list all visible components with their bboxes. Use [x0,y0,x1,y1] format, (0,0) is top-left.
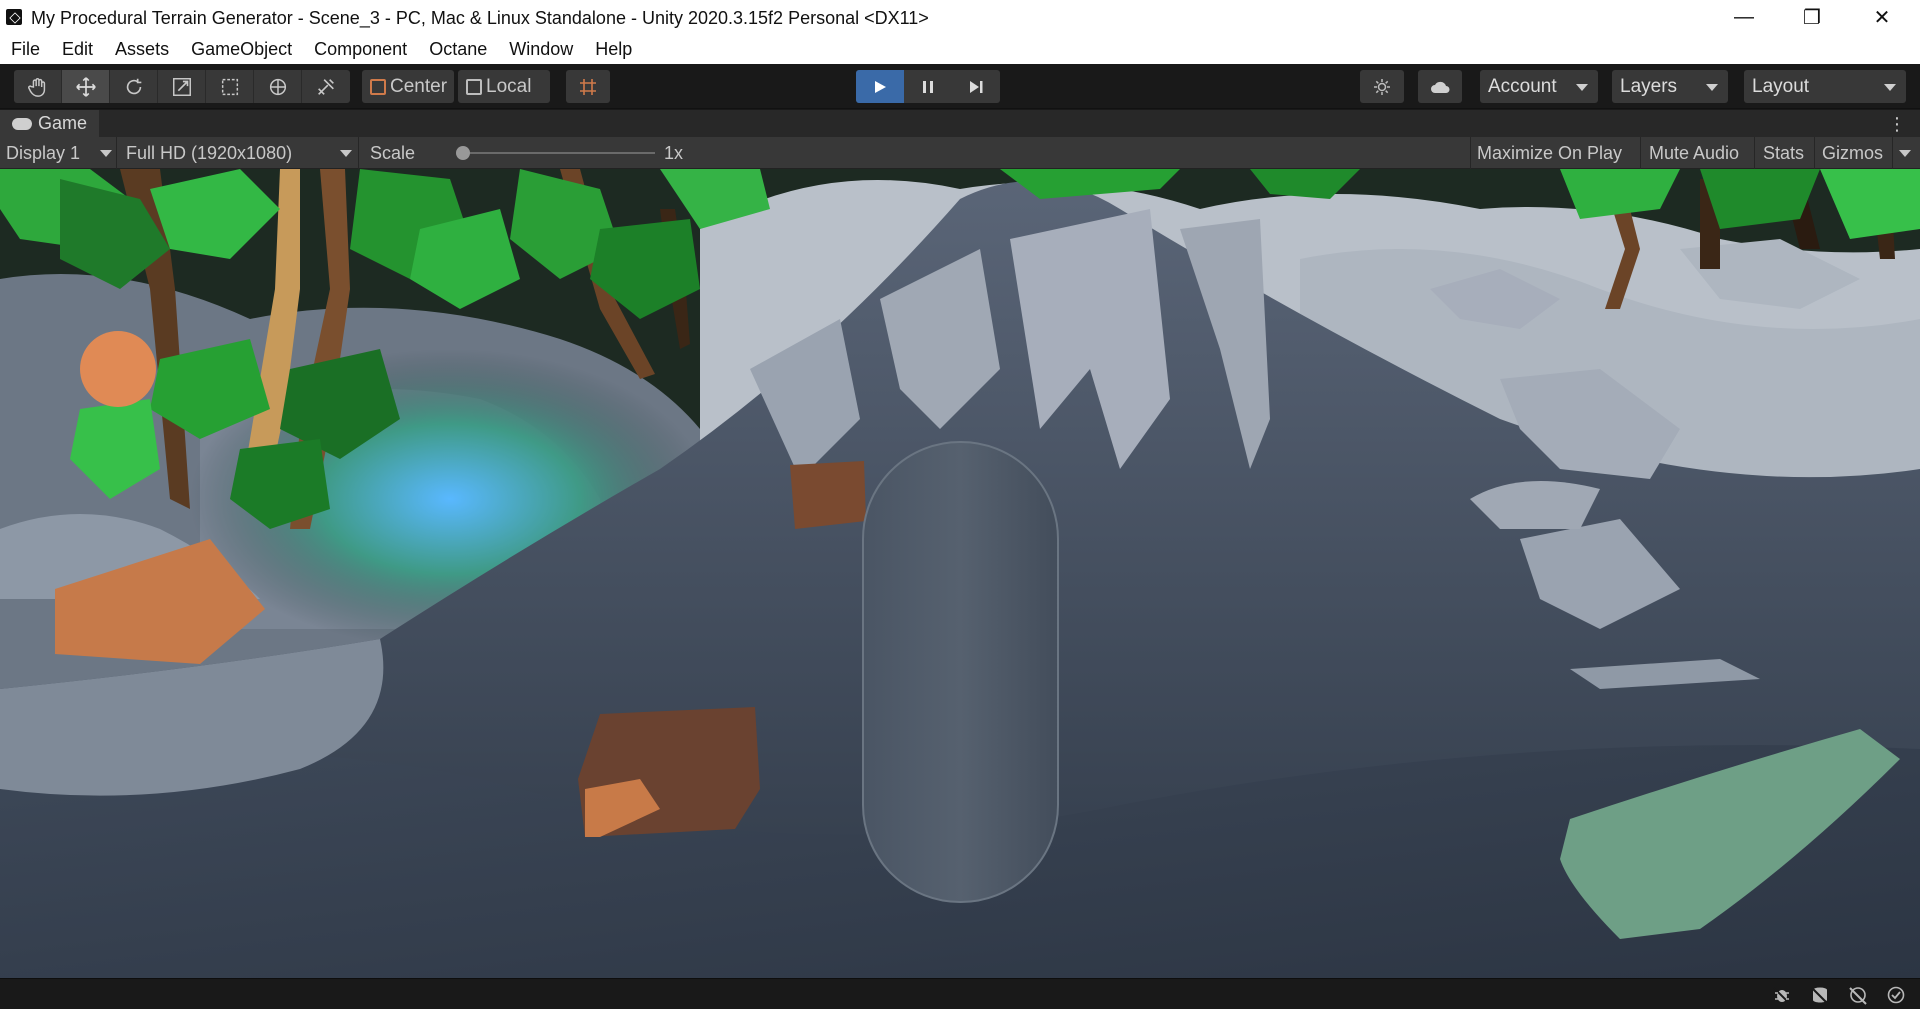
menu-component[interactable]: Component [314,39,407,60]
menu-assets[interactable]: Assets [115,39,169,60]
status-bar [0,978,1920,1009]
menu-help[interactable]: Help [595,39,632,60]
move-tool-icon[interactable] [62,70,110,103]
hand-tool-icon[interactable] [14,70,62,103]
layers-label: Layers [1620,75,1678,97]
divider [116,137,117,169]
transform-tool-icon[interactable] [254,70,302,103]
close-button[interactable]: ✕ [1852,0,1912,35]
chevron-down-icon [1576,84,1588,91]
sun-gear-icon [1374,78,1390,95]
menu-octane[interactable]: Octane [429,39,487,60]
game-view-toolbar: Display 1 Full HD (1920x1080) Scale 1x M… [0,137,1920,169]
pivot-rotation-toggle[interactable]: Local [458,70,550,103]
account-label: Account [1488,75,1557,97]
chevron-down-icon [100,150,112,157]
cloud-icon [1431,81,1450,93]
divider [1814,137,1815,169]
divider [1754,137,1755,169]
restore-button[interactable]: ❐ [1782,0,1842,35]
game-tab-bar: Game ⋮ [0,110,1920,137]
display-dropdown[interactable]: Display 1 [6,143,80,164]
step-icon [970,80,983,93]
window-title: My Procedural Terrain Generator - Scene_… [31,8,929,28]
player-capsule [862,441,1059,903]
play-icon [875,80,886,93]
rotate-tool-icon[interactable] [110,70,158,103]
chevron-down-icon [1706,84,1718,91]
pivot-rotation-label: Local [486,75,532,97]
menu-window[interactable]: Window [509,39,573,60]
gizmos-dropdown-icon[interactable] [1899,150,1911,157]
bug-icon[interactable] [1772,985,1792,1005]
tab-game-label: Game [38,113,88,133]
scale-slider-thumb[interactable] [456,146,470,160]
scale-label: Scale [370,143,416,163]
pivot-mode-label: Center [390,75,448,97]
menu-edit[interactable]: Edit [62,39,93,60]
menu-file[interactable]: File [11,39,40,60]
pivot-center-icon [370,78,386,95]
menu-bar: File Edit Assets GameObject Component Oc… [0,35,1920,64]
kebab-menu-icon[interactable]: ⋮ [1888,114,1906,135]
minimize-button[interactable]: — [1714,0,1774,35]
orange-sphere [80,331,156,407]
divider [1640,137,1641,169]
resolution-dropdown[interactable]: Full HD (1920x1080) [126,143,292,164]
maximize-on-play-toggle[interactable]: Maximize On Play [1477,143,1622,164]
pause-button[interactable] [904,70,952,103]
divider [1470,137,1471,169]
box-small [790,461,866,529]
unity-logo-icon [6,9,22,25]
scale-tool-icon[interactable] [158,70,206,103]
layers-dropdown[interactable]: Layers [1612,70,1728,103]
gizmos-toggle[interactable]: Gizmos [1822,143,1883,164]
title-bar: My Procedural Terrain Generator - Scene_… [0,0,1920,35]
chevron-down-icon [340,150,352,157]
collab-button[interactable] [1360,70,1404,103]
layout-label: Layout [1752,75,1810,97]
step-button[interactable] [952,70,1000,103]
game-viewport[interactable] [0,169,1920,978]
scale-slider-track[interactable] [460,152,655,154]
menu-gameobject[interactable]: GameObject [191,39,292,60]
pivot-local-icon [466,78,482,95]
play-controls [856,70,1000,103]
pivot-mode-toggle[interactable]: Center [362,70,454,103]
check-circle-icon[interactable] [1886,985,1906,1005]
divider [358,137,359,169]
mute-audio-toggle[interactable]: Mute Audio [1649,143,1739,164]
transform-tools [14,70,350,103]
pause-icon [923,80,933,93]
custom-tool-icon[interactable] [302,70,350,103]
tab-game[interactable]: Game [0,110,100,137]
grid-snap-toggle[interactable] [566,70,610,103]
database-icon[interactable] [1810,985,1830,1005]
stats-toggle[interactable]: Stats [1763,143,1804,164]
scene-render [0,169,1920,978]
scale-value: 1x [664,143,684,163]
account-dropdown[interactable]: Account [1480,70,1598,103]
cloud-button[interactable] [1418,70,1462,103]
layout-dropdown[interactable]: Layout [1744,70,1906,103]
play-button[interactable] [856,70,904,103]
grid-snap-icon [580,78,596,95]
main-toolbar: Center Local Account Layers Layout [0,64,1920,109]
gamepad-icon [12,117,32,130]
rect-tool-icon[interactable] [206,70,254,103]
divider [1892,137,1893,169]
network-icon[interactable] [1848,985,1868,1005]
chevron-down-icon [1884,84,1896,91]
